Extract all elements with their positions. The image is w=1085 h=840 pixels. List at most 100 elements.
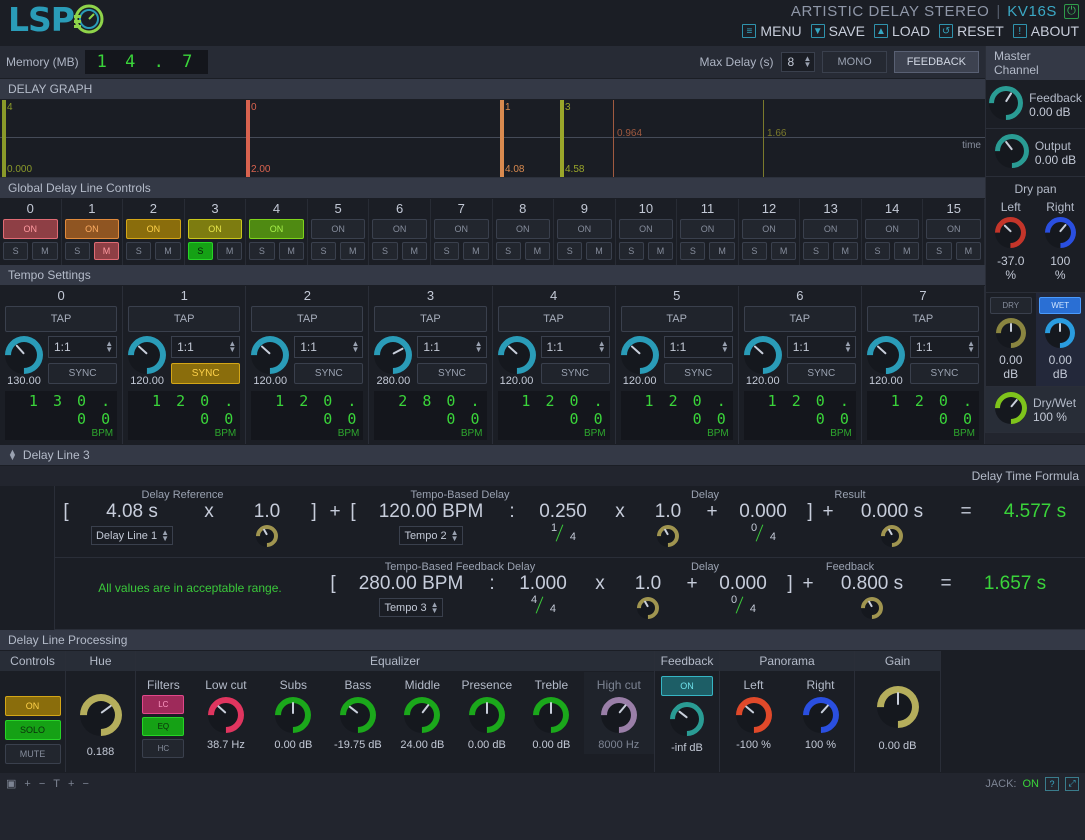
dwmix-knob[interactable] [988, 385, 1034, 431]
load-button[interactable]: ▲ LOAD [873, 23, 930, 39]
tempo-sync-button[interactable]: SYNC [48, 363, 118, 384]
offset-fraction-control[interactable]: 0 4 [748, 522, 778, 543]
delay-line-solo-button[interactable]: S [618, 242, 644, 260]
delay-line-solo-button[interactable]: S [495, 242, 521, 260]
row2b-knob[interactable] [856, 592, 888, 624]
tap-button[interactable]: TAP [497, 306, 610, 332]
plus-icon[interactable]: + [68, 778, 74, 790]
delay-line-on-button[interactable]: ON [557, 219, 612, 239]
delay-line-solo-button[interactable]: S [3, 242, 29, 260]
text-icon[interactable]: T [53, 778, 60, 790]
delay-line-solo-button[interactable]: S [803, 242, 829, 260]
feedback-button[interactable]: FEEDBACK [893, 51, 979, 73]
tempo-ratio-select[interactable]: 1:1 ▲ ▼ [48, 336, 118, 358]
graph-marker[interactable] [500, 100, 504, 177]
delay-line-solo-button[interactable]: S [64, 242, 90, 260]
tempo-ratio-select[interactable]: 1:1 ▲ ▼ [663, 336, 733, 358]
treble-knob[interactable] [525, 689, 577, 741]
mout-knob[interactable] [987, 126, 1036, 176]
delay-line-on-button[interactable]: ON [741, 219, 797, 239]
plus-icon[interactable]: + [24, 778, 30, 790]
delay-line-on-button[interactable]: ON [126, 219, 181, 239]
tempo-sync-button[interactable]: SYNC [786, 363, 856, 384]
gain-knob[interactable] [867, 677, 928, 737]
delay-graph-canvas[interactable]: time 4 0.000 0 2.00 1 4.08 3 4.58 0.964 1.66 [0, 100, 985, 178]
row2a-knob[interactable] [632, 592, 664, 624]
feedback-fraction-control[interactable]: 4 4 [528, 594, 558, 615]
tempo-ratio-select[interactable]: 1:1 ▲ ▼ [909, 336, 979, 358]
delay-line-solo-button[interactable]: S [926, 242, 952, 260]
on-button[interactable]: ON [4, 696, 61, 716]
feedback-offset-fraction[interactable]: 0 4 [728, 594, 758, 615]
delay-line-mute-button[interactable]: M [216, 242, 243, 260]
fraction-control[interactable]: 1 4 [548, 522, 578, 543]
tempo-knob[interactable] [489, 328, 544, 382]
graph-marker[interactable] [246, 100, 250, 177]
delay-line-solo-button[interactable]: S [187, 242, 213, 260]
mfb-knob[interactable] [982, 78, 1031, 128]
delay-line-on-button[interactable]: ON [864, 219, 920, 239]
delay-line-mute-button[interactable]: M [894, 242, 920, 260]
row1a-knob[interactable] [251, 520, 283, 552]
tempo-knob[interactable] [0, 328, 51, 382]
tempo-sync-button[interactable]: SYNC [294, 363, 364, 384]
delay-line-solo-button[interactable]: S [741, 242, 768, 260]
delay-line-solo-button[interactable]: S [680, 242, 706, 260]
menu-button[interactable]: ≡ MENU [742, 23, 802, 39]
low-cut-knob[interactable] [200, 689, 252, 741]
delay-line-solo-button[interactable]: S [372, 242, 398, 260]
row1c-knob[interactable] [876, 520, 908, 552]
delay-line-header[interactable]: ▲ ▼ Delay Line 3 [0, 444, 1085, 466]
delay-line-mute-button[interactable]: M [463, 242, 489, 260]
delay-line-mute-button[interactable]: M [524, 242, 551, 260]
tap-button[interactable]: TAP [620, 306, 733, 332]
question-icon[interactable]: ? [1045, 776, 1059, 791]
tempo-select[interactable]: Tempo 2 ▲ ▼ [399, 526, 463, 545]
filter-hc-button[interactable]: HC [142, 739, 185, 758]
delay-line-on-button[interactable]: ON [495, 219, 551, 239]
feedback-on-button[interactable]: ON [661, 676, 713, 696]
window-icon[interactable]: ▣ [6, 777, 16, 790]
graph-marker[interactable] [560, 100, 564, 177]
delay-line-on-button[interactable]: ON [64, 219, 120, 239]
tempo-knob[interactable] [120, 328, 174, 382]
mute-button[interactable]: MUTE [4, 744, 61, 764]
filter-eq-button[interactable]: EQ [142, 717, 185, 736]
about-button[interactable]: ! ABOUT [1012, 23, 1079, 39]
tempo-knob[interactable] [735, 328, 790, 382]
delay-line-solo-button[interactable]: S [557, 242, 583, 260]
delay-line-mute-button[interactable]: M [955, 242, 981, 260]
tempo-ratio-select[interactable]: 1:1 ▲ ▼ [294, 336, 364, 358]
delay-line-mute-button[interactable]: M [401, 242, 427, 260]
delay-line-on-button[interactable]: ON [926, 219, 981, 239]
delay-line-mute-button[interactable]: M [709, 242, 735, 260]
tap-button[interactable]: TAP [374, 306, 487, 332]
high-cut-knob[interactable] [593, 689, 645, 741]
tempo-ratio-select[interactable]: 1:1 ▲ ▼ [171, 336, 241, 358]
delay-line-solo-button[interactable]: S [433, 242, 460, 260]
tap-button[interactable]: TAP [5, 306, 118, 332]
presence-knob[interactable] [461, 689, 513, 741]
delay-line-mute-button[interactable]: M [647, 242, 674, 260]
tempo-ratio-select[interactable]: 1:1 ▲ ▼ [417, 336, 487, 358]
right-knob[interactable] [795, 689, 846, 741]
delay-line-mute-button[interactable]: M [340, 242, 366, 260]
delay-line-select[interactable]: Delay Line 1 ▲ ▼ [90, 526, 174, 545]
feedback-tempo-select[interactable]: Tempo 3 ▲ ▼ [379, 598, 443, 617]
tempo-ratio-select[interactable]: 1:1 ▲ ▼ [540, 336, 610, 358]
reset-button[interactable]: ↺ RESET [939, 23, 1004, 39]
feedback-knob[interactable] [662, 694, 712, 744]
delay-line-on-button[interactable]: ON [433, 219, 489, 239]
tempo-sync-button[interactable]: SYNC [663, 363, 733, 384]
delay-line-mute-button[interactable]: M [832, 242, 858, 260]
tempo-knob[interactable] [366, 328, 421, 382]
mono-button[interactable]: MONO [822, 51, 887, 73]
tempo-knob[interactable] [612, 328, 667, 382]
filter-lc-button[interactable]: LC [142, 695, 185, 714]
panr-knob[interactable] [1038, 210, 1083, 255]
graph-marker[interactable] [2, 100, 6, 177]
delay-line-mute-button[interactable]: M [586, 242, 612, 260]
max-delay-stepper[interactable]: 8 ▲ ▼ [780, 52, 816, 72]
resize-icon[interactable]: ⤢ [1065, 776, 1079, 791]
delay-line-mute-button[interactable]: M [771, 242, 797, 260]
